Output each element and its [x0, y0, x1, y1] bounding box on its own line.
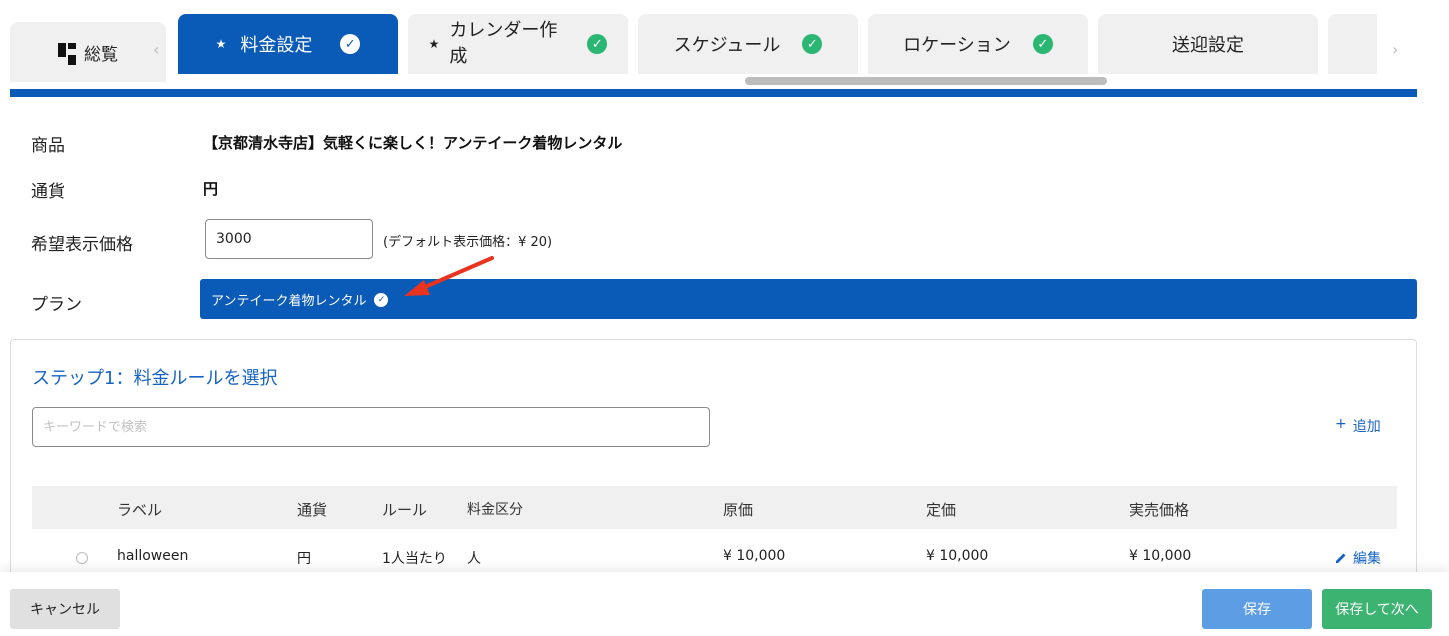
cancel-button[interactable]: キャンセル [10, 589, 120, 629]
check-circle-icon: ✓ [374, 292, 389, 307]
star-icon: ★ [215, 37, 227, 51]
cell-rule: 1人当たり [382, 551, 447, 567]
edit-button[interactable]: 編集 [1334, 548, 1381, 568]
currency-label: 通貨 [31, 182, 65, 202]
check-circle-icon: ✓ [587, 34, 608, 54]
column-header-category: 料金区分 [467, 502, 523, 518]
cell-category: 人 [467, 551, 481, 567]
tab-scrollbar[interactable] [745, 77, 1107, 85]
tab-location[interactable]: ロケーション ✓ [868, 14, 1088, 74]
annotation-arrow-icon [404, 256, 494, 296]
column-header-rule: ルール [382, 501, 428, 519]
plan-chip[interactable]: アンテイーク着物レンタル ✓ [211, 290, 389, 309]
plan-bar: アンテイーク着物レンタル ✓ [200, 279, 1417, 319]
chevron-right-icon[interactable]: › [1392, 40, 1398, 59]
save-button[interactable]: 保存 [1202, 589, 1312, 629]
price-label: 希望表示価格 [31, 235, 133, 255]
tab-partial[interactable] [1328, 14, 1377, 74]
tab-bar: 総覧 ‹ ★ 料金設定 ✓ ★ カレンダー作成 ✓ スケジュール ✓ ロケーショ… [0, 0, 1449, 97]
tab-calendar-label: カレンダー作成 [449, 20, 558, 67]
tab-schedule[interactable]: スケジュール ✓ [638, 14, 858, 74]
row-radio[interactable] [76, 552, 88, 564]
pricing-rule-panel: ステップ1：料金ルールを選択 + 追加 ラベル 通貨 ルール 料金区分 原価 定… [10, 339, 1417, 579]
tab-pricing-label: 料金設定 [240, 35, 313, 56]
product-value: 【京都清水寺店】気軽くに楽しく！アンテイーク着物レンタル [203, 134, 623, 152]
cell-currency: 円 [297, 551, 311, 567]
plan-chip-label: アンテイーク着物レンタル [211, 294, 367, 309]
tab-calendar[interactable]: ★ カレンダー作成 ✓ [408, 14, 628, 74]
tab-pricing[interactable]: ★ 料金設定 ✓ [178, 14, 398, 74]
column-header-cost: 原価 [723, 501, 754, 519]
cell-sale-price: ¥ 10,000 [1129, 548, 1192, 564]
tab-location-label: ロケーション [903, 35, 1011, 56]
column-header-label: ラベル [117, 501, 163, 519]
check-circle-icon: ✓ [1032, 34, 1053, 54]
tab-overview-label: 総覧 [84, 44, 118, 65]
product-label: 商品 [31, 136, 65, 156]
plan-label: プラン [31, 295, 82, 315]
tab-schedule-label: スケジュール [673, 35, 781, 56]
pencil-icon [1336, 553, 1346, 563]
edit-button-label: 編集 [1353, 551, 1381, 567]
column-header-sale-price: 実売価格 [1129, 501, 1190, 519]
tab-underline [10, 89, 1417, 97]
currency-value: 円 [203, 180, 219, 198]
column-header-list-price: 定価 [926, 501, 957, 519]
default-price-note: (デフォルト表示価格：¥ 20) [383, 235, 553, 250]
cell-label: halloween [117, 548, 189, 564]
step-title: ステップ1：料金ルールを選択 [32, 368, 278, 389]
chevron-left-icon[interactable]: ‹ [153, 40, 159, 59]
column-header-currency: 通貨 [297, 501, 328, 519]
save-and-next-button[interactable]: 保存して次へ [1322, 589, 1432, 629]
table-header: ラベル 通貨 ルール 料金区分 原価 定価 実売価格 [32, 486, 1397, 529]
footer-bar: キャンセル 保存 保存して次へ [0, 572, 1449, 636]
cell-list-price: ¥ 10,000 [926, 548, 989, 564]
check-circle-icon: ✓ [802, 34, 823, 54]
price-input[interactable] [205, 219, 373, 259]
plus-icon: + [1335, 416, 1347, 432]
cell-cost: ¥ 10,000 [723, 548, 786, 564]
tab-transfer[interactable]: 送迎設定 [1098, 14, 1318, 74]
search-input[interactable] [32, 407, 710, 447]
check-circle-icon: ✓ [340, 34, 361, 54]
page: 総覧 ‹ ★ 料金設定 ✓ ★ カレンダー作成 ✓ スケジュール ✓ ロケーショ… [0, 0, 1449, 636]
tab-transfer-label: 送迎設定 [1172, 35, 1244, 56]
add-button[interactable]: + 追加 [1335, 416, 1381, 436]
tab-overview[interactable]: 総覧 [10, 22, 166, 82]
add-button-label: 追加 [1352, 419, 1381, 435]
star-icon: ★ [428, 37, 440, 51]
dashboard-icon [58, 43, 76, 65]
